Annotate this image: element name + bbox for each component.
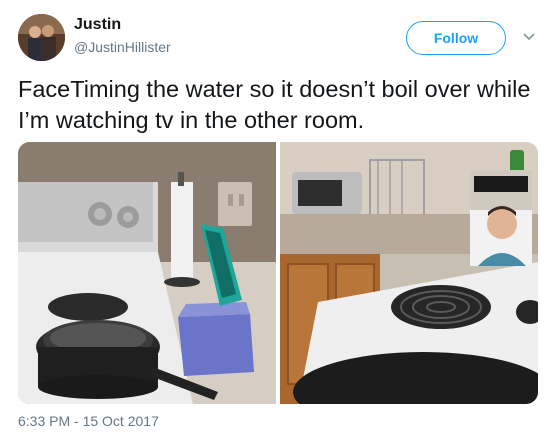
author-avatar[interactable] xyxy=(18,14,65,61)
avatar-photo-icon xyxy=(18,14,65,61)
follow-button[interactable]: Follow xyxy=(406,21,506,55)
follow-button-label: Follow xyxy=(433,30,479,46)
tweet-timestamp[interactable]: 6:33 PM - 15 Oct 2017 xyxy=(18,413,159,429)
photo-stove-with-phone[interactable] xyxy=(18,142,276,404)
facetime-self-view xyxy=(470,170,532,266)
author-handle[interactable]: @JustinHillister xyxy=(74,39,171,55)
chevron-down-icon xyxy=(523,33,535,41)
tweet-text: FaceTiming the water so it doesn’t boil … xyxy=(18,76,531,133)
photo-facetime-call-stove[interactable] xyxy=(280,142,538,404)
tweet-media[interactable] xyxy=(18,142,538,404)
author-name[interactable]: Justin xyxy=(74,16,121,34)
tweet-menu-button[interactable] xyxy=(520,28,538,46)
